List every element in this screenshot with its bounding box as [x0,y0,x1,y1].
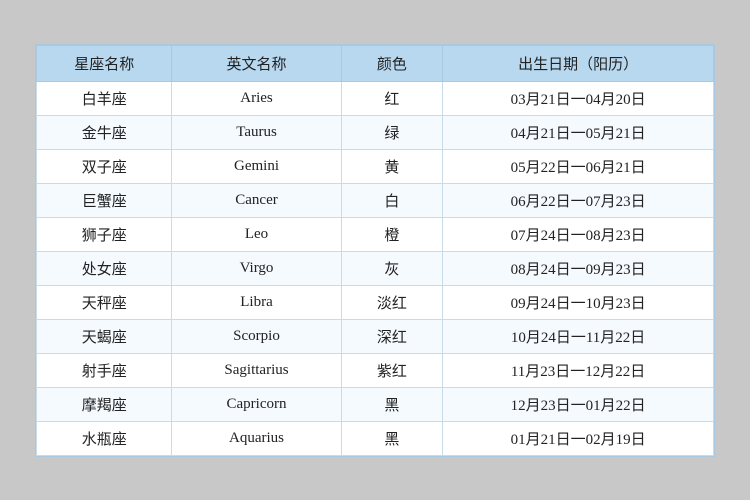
table-row: 白羊座Aries红03月21日一04月20日 [37,81,714,115]
cell-english-4: Leo [172,217,341,251]
cell-english-2: Gemini [172,149,341,183]
cell-color-1: 绿 [341,115,443,149]
cell-english-8: Sagittarius [172,353,341,387]
cell-english-7: Scorpio [172,319,341,353]
cell-date-4: 07月24日一08月23日 [443,217,714,251]
table-row: 射手座Sagittarius紫红11月23日一12月22日 [37,353,714,387]
cell-color-4: 橙 [341,217,443,251]
cell-date-1: 04月21日一05月21日 [443,115,714,149]
header-color: 颜色 [341,45,443,81]
table-row: 双子座Gemini黄05月22日一06月21日 [37,149,714,183]
table-row: 巨蟹座Cancer白06月22日一07月23日 [37,183,714,217]
cell-color-2: 黄 [341,149,443,183]
cell-date-10: 01月21日一02月19日 [443,421,714,455]
table-row: 天秤座Libra淡红09月24日一10月23日 [37,285,714,319]
table-row: 狮子座Leo橙07月24日一08月23日 [37,217,714,251]
table-row: 天蝎座Scorpio深红10月24日一11月22日 [37,319,714,353]
cell-chinese-0: 白羊座 [37,81,172,115]
cell-chinese-2: 双子座 [37,149,172,183]
cell-color-3: 白 [341,183,443,217]
cell-english-0: Aries [172,81,341,115]
cell-date-3: 06月22日一07月23日 [443,183,714,217]
table-row: 金牛座Taurus绿04月21日一05月21日 [37,115,714,149]
cell-chinese-8: 射手座 [37,353,172,387]
table-row: 处女座Virgo灰08月24日一09月23日 [37,251,714,285]
table-header-row: 星座名称 英文名称 颜色 出生日期（阳历） [37,45,714,81]
cell-chinese-1: 金牛座 [37,115,172,149]
cell-english-5: Virgo [172,251,341,285]
cell-color-5: 灰 [341,251,443,285]
cell-date-6: 09月24日一10月23日 [443,285,714,319]
cell-chinese-4: 狮子座 [37,217,172,251]
header-chinese: 星座名称 [37,45,172,81]
cell-date-9: 12月23日一01月22日 [443,387,714,421]
cell-color-10: 黑 [341,421,443,455]
cell-chinese-9: 摩羯座 [37,387,172,421]
cell-color-8: 紫红 [341,353,443,387]
table-row: 水瓶座Aquarius黑01月21日一02月19日 [37,421,714,455]
cell-english-6: Libra [172,285,341,319]
cell-chinese-5: 处女座 [37,251,172,285]
cell-chinese-7: 天蝎座 [37,319,172,353]
header-english: 英文名称 [172,45,341,81]
cell-date-8: 11月23日一12月22日 [443,353,714,387]
cell-date-7: 10月24日一11月22日 [443,319,714,353]
cell-english-1: Taurus [172,115,341,149]
zodiac-table-container: 星座名称 英文名称 颜色 出生日期（阳历） 白羊座Aries红03月21日一04… [35,44,715,457]
cell-date-2: 05月22日一06月21日 [443,149,714,183]
cell-date-5: 08月24日一09月23日 [443,251,714,285]
cell-color-9: 黑 [341,387,443,421]
zodiac-table: 星座名称 英文名称 颜色 出生日期（阳历） 白羊座Aries红03月21日一04… [36,45,714,456]
header-date: 出生日期（阳历） [443,45,714,81]
table-row: 摩羯座Capricorn黑12月23日一01月22日 [37,387,714,421]
cell-english-3: Cancer [172,183,341,217]
cell-english-10: Aquarius [172,421,341,455]
cell-chinese-6: 天秤座 [37,285,172,319]
cell-english-9: Capricorn [172,387,341,421]
cell-color-0: 红 [341,81,443,115]
cell-color-7: 深红 [341,319,443,353]
cell-color-6: 淡红 [341,285,443,319]
cell-chinese-10: 水瓶座 [37,421,172,455]
cell-date-0: 03月21日一04月20日 [443,81,714,115]
cell-chinese-3: 巨蟹座 [37,183,172,217]
